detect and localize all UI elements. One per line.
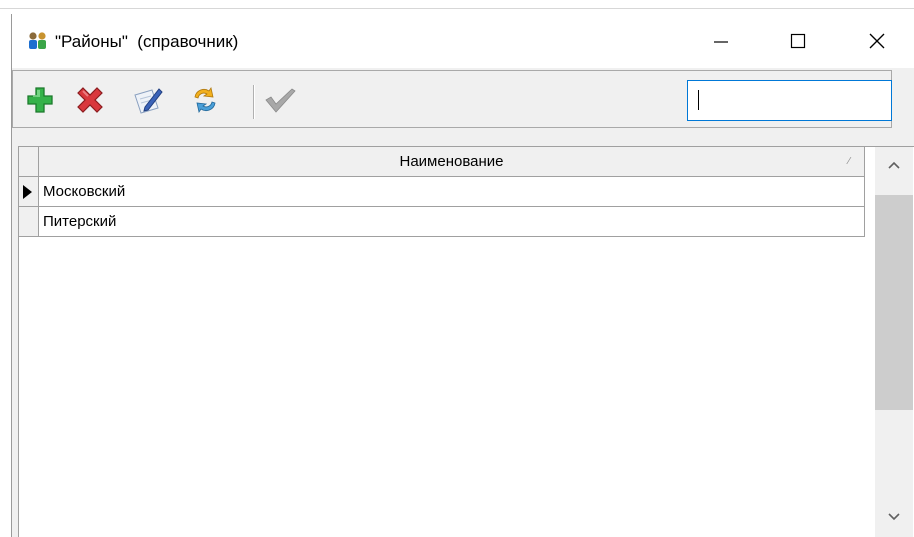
data-grid[interactable]: Наименование ⁄ Московский Питерский: [18, 146, 914, 537]
edit-button[interactable]: [133, 87, 163, 117]
cell-name[interactable]: Московский: [39, 177, 865, 207]
title-bar[interactable]: "Районы" (справочник): [12, 14, 914, 68]
table-row[interactable]: Московский: [19, 177, 865, 207]
toolbar: [12, 70, 914, 130]
scroll-thumb[interactable]: [875, 195, 913, 410]
close-button[interactable]: [848, 14, 906, 68]
grid-header: Наименование ⁄: [19, 147, 865, 177]
row-indicator-header: [19, 147, 39, 177]
scroll-down-button[interactable]: [875, 503, 913, 533]
check-icon: [264, 86, 296, 119]
chevron-up-icon: [887, 157, 901, 175]
vertical-scrollbar[interactable]: [875, 147, 913, 537]
chevron-down-icon: [887, 509, 901, 527]
column-header-name[interactable]: Наименование ⁄: [39, 147, 865, 177]
sort-indicator-icon: ⁄: [848, 156, 850, 167]
plus-icon: [26, 86, 54, 119]
scroll-up-button[interactable]: [875, 151, 913, 181]
delete-button[interactable]: [75, 86, 105, 119]
cell-name[interactable]: Питерский: [39, 207, 865, 237]
refresh-button[interactable]: [190, 85, 220, 120]
row-indicator: [19, 207, 39, 237]
select-button[interactable]: [264, 86, 296, 119]
refresh-icon: [190, 85, 220, 120]
pen-icon: [132, 85, 164, 120]
table-row[interactable]: Питерский: [19, 207, 865, 237]
current-row-arrow-icon: [23, 185, 32, 199]
minimize-button[interactable]: [692, 14, 750, 68]
row-indicator: [19, 177, 39, 207]
add-button[interactable]: [25, 86, 55, 119]
dictionary-window: "Районы" (справочник) Наименование ⁄ Мос…: [11, 14, 914, 537]
maximize-button[interactable]: [769, 14, 827, 68]
app-people-icon: [27, 31, 49, 51]
window-title: "Районы" (справочник): [55, 32, 239, 51]
background-window-edge: [0, 0, 914, 14]
search-input[interactable]: [687, 80, 892, 121]
text-caret: [698, 90, 699, 110]
column-header-label: Наименование: [399, 153, 504, 170]
toolbar-separator: [253, 85, 255, 119]
x-icon: [76, 86, 104, 119]
